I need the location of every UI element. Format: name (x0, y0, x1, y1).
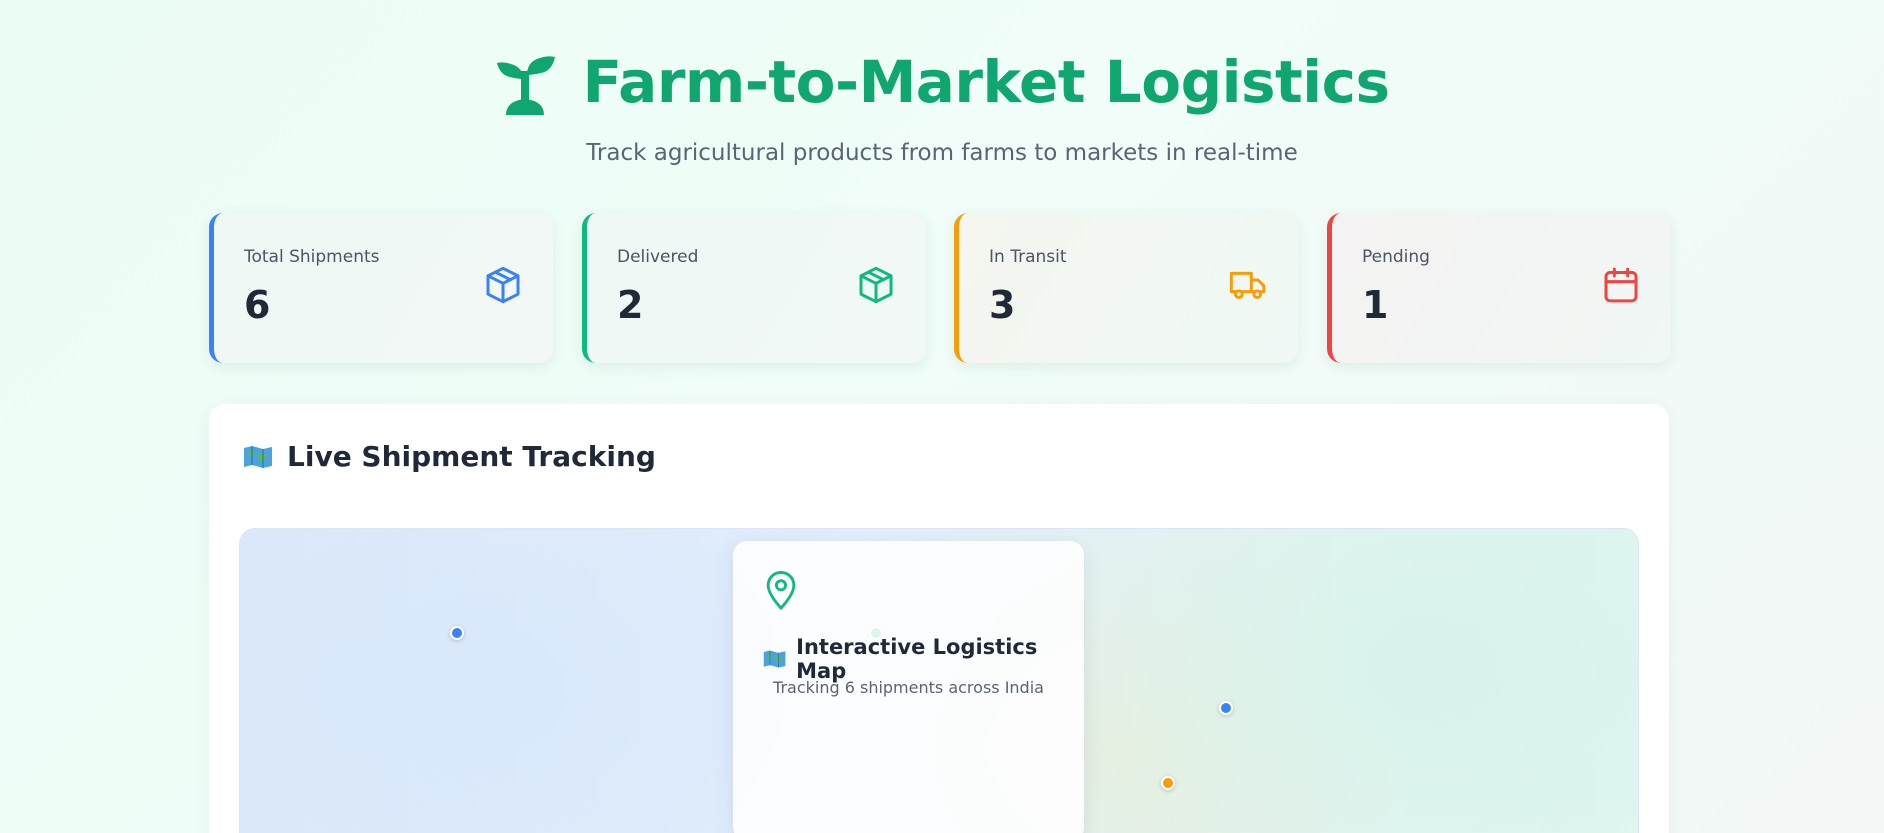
sprout-icon (497, 56, 556, 115)
page-title: Farm-to-Market Logistics (582, 48, 1390, 116)
stat-value: 1 (1362, 283, 1389, 327)
title-row: Farm-to-Market Logistics (0, 48, 1884, 116)
shipment-pin[interactable] (1161, 776, 1175, 790)
stats-row: Total Shipments 6 Delivered 2 In Transit… (209, 213, 1671, 363)
stat-label: Delivered (617, 247, 699, 267)
stat-value: 3 (989, 283, 1016, 327)
stat-label: Pending (1362, 247, 1430, 267)
tracking-header: Live Shipment Tracking (243, 440, 656, 473)
world-map-icon (763, 650, 786, 668)
stat-card-pending: Pending 1 (1327, 213, 1671, 363)
stat-card-delivered: Delivered 2 (582, 213, 926, 363)
map-info-title: Interactive Logistics Map (796, 635, 1038, 683)
stat-value: 2 (617, 283, 644, 327)
map-pin-icon (766, 571, 796, 610)
world-map-icon (244, 445, 272, 468)
stat-card-total-shipments: Total Shipments 6 (209, 213, 553, 363)
shipment-pin[interactable] (1219, 701, 1233, 715)
package-icon (859, 266, 893, 304)
package-icon (486, 266, 520, 304)
stat-label: Total Shipments (244, 247, 380, 267)
stat-card-in-transit: In Transit 3 (954, 213, 1298, 363)
map-info-title-row: Interactive Logistics Map (763, 635, 1084, 683)
map-info-subtitle: Tracking 6 shipments across India (773, 678, 1044, 697)
tracking-title: Live Shipment Tracking (287, 440, 656, 473)
stat-value: 6 (244, 283, 271, 327)
page-subtitle: Track agricultural products from farms t… (586, 140, 1298, 166)
calendar-icon (1604, 267, 1638, 303)
map-info-card: Interactive Logistics Map Tracking 6 shi… (733, 541, 1084, 833)
shipment-pin[interactable] (450, 626, 464, 640)
stat-label: In Transit (989, 247, 1067, 267)
truck-icon (1229, 271, 1266, 299)
